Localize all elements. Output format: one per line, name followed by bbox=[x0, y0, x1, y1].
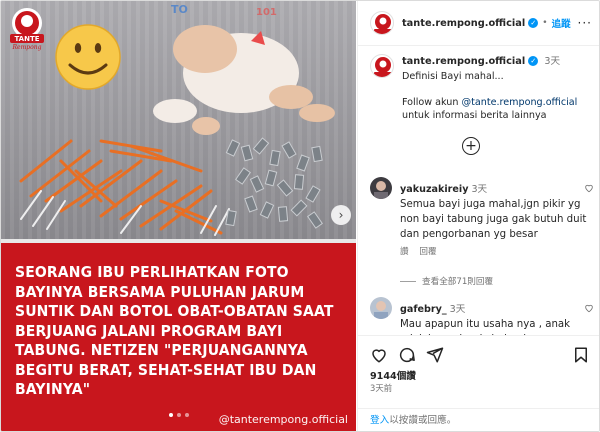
comment-like-icon[interactable] bbox=[584, 303, 594, 316]
post-media[interactable]: TO 101 TANTE Rempong › SEORANG IBU PERLI… bbox=[1, 1, 356, 431]
comment-text: Semua bayi juga mahal,jgn pikir yg non b… bbox=[400, 199, 587, 240]
caption-line: Definisi Bayi mahal... bbox=[402, 71, 504, 82]
svg-text:Rempong: Rempong bbox=[12, 44, 42, 51]
author-avatar[interactable] bbox=[370, 11, 394, 35]
svg-text:TANTE: TANTE bbox=[14, 35, 39, 43]
load-more-comments-icon[interactable]: + bbox=[462, 137, 480, 155]
commenter-avatar[interactable] bbox=[370, 177, 392, 199]
post-dialog: TO 101 TANTE Rempong › SEORANG IBU PERLI… bbox=[0, 0, 600, 432]
post-watermark: @tanterempong.official bbox=[218, 413, 348, 426]
login-link[interactable]: 登入 bbox=[370, 415, 389, 426]
comment-username[interactable]: gafebry_ bbox=[400, 304, 447, 315]
post-actions: 9144個讚 3天前 登入以按讚或回應。 bbox=[358, 335, 599, 431]
verified-icon: ✓ bbox=[528, 18, 539, 28]
svg-text:TO: TO bbox=[171, 3, 188, 16]
post-photo: TO 101 bbox=[1, 1, 356, 241]
more-options-icon[interactable]: ··· bbox=[578, 16, 592, 30]
author-username[interactable]: tante.rempong.official bbox=[402, 18, 525, 29]
brand-logo: TANTE Rempong bbox=[7, 7, 47, 51]
post-date: 3天前 bbox=[370, 383, 393, 393]
post-sidebar: tante.rempong.official ✓ • 追蹤 ··· tante.… bbox=[357, 1, 599, 431]
comment-time: 3天 bbox=[449, 304, 466, 315]
share-icon[interactable] bbox=[426, 346, 444, 364]
mention-link[interactable]: @tante.rempong.official bbox=[462, 97, 578, 108]
caption: tante.rempong.official ✓ 3天 Definisi Bay… bbox=[402, 55, 596, 122]
caption-avatar[interactable] bbox=[370, 54, 394, 78]
carousel-dot bbox=[185, 413, 189, 417]
post-header: tante.rempong.official ✓ • 追蹤 ··· bbox=[358, 1, 599, 46]
like-icon[interactable] bbox=[370, 346, 388, 364]
caption-follow: Follow akun @tante.rempong.official bbox=[402, 97, 578, 108]
follow-button[interactable]: 追蹤 bbox=[552, 16, 571, 30]
caption-time: 3天 bbox=[544, 56, 561, 67]
carousel-dot bbox=[169, 413, 173, 417]
comment-like-icon[interactable] bbox=[584, 183, 594, 196]
likes-count[interactable]: 9144個讚 bbox=[370, 368, 416, 382]
commenter-avatar[interactable] bbox=[370, 297, 392, 319]
comment-time: 3天 bbox=[471, 184, 488, 195]
comment-likes[interactable]: 讚 bbox=[400, 247, 409, 257]
carousel-dots bbox=[169, 413, 189, 417]
save-icon[interactable] bbox=[572, 346, 590, 364]
carousel-dot bbox=[177, 413, 181, 417]
reply-button[interactable]: 回覆 bbox=[419, 247, 436, 257]
comment-icon[interactable] bbox=[398, 346, 416, 364]
view-replies-button[interactable]: 查看全部71則回覆 bbox=[400, 275, 493, 287]
comment-username[interactable]: yakuzakireiy bbox=[400, 184, 468, 195]
caption-follow-suffix: untuk informasi berita lainnya bbox=[402, 110, 547, 121]
caption-username[interactable]: tante.rempong.official bbox=[402, 56, 525, 67]
login-prompt: 登入以按讚或回應。 bbox=[358, 408, 599, 431]
next-arrow-icon[interactable]: › bbox=[331, 205, 351, 225]
post-headline: SEORANG IBU PERLIHATKAN FOTO BAYINYA BER… bbox=[15, 263, 334, 398]
svg-text:101: 101 bbox=[256, 7, 277, 18]
photo-illustration: TO 101 bbox=[19, 3, 335, 236]
verified-icon: ✓ bbox=[528, 56, 539, 66]
